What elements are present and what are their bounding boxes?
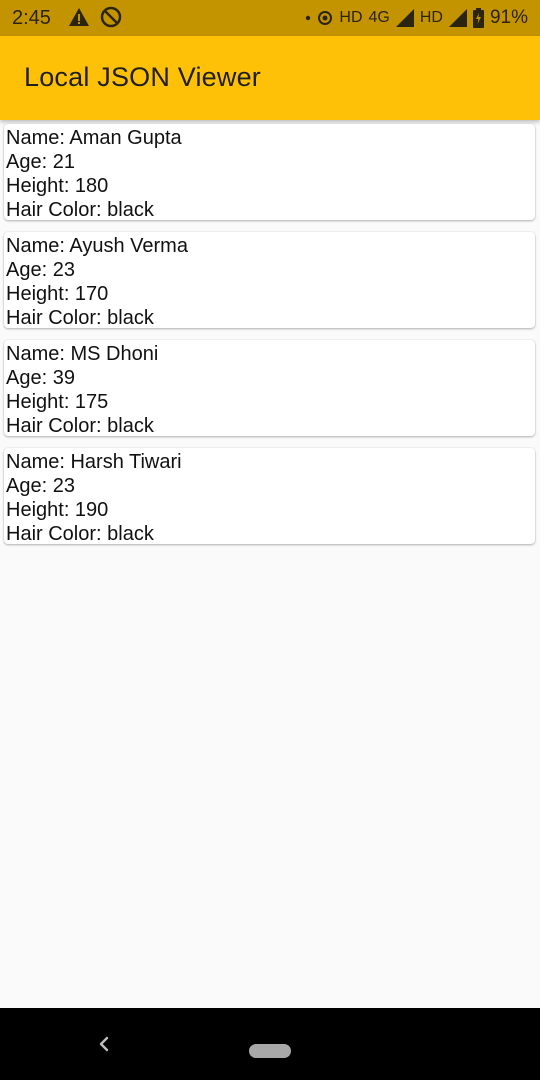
person-name: Name: Harsh Tiwari	[6, 451, 182, 473]
person-name: Name: Ayush Verma	[6, 235, 188, 257]
back-icon[interactable]	[94, 1032, 114, 1056]
person-card: Name: Harsh Tiwari Age: 23 Height: 190 H…	[4, 448, 535, 545]
data-saver-icon	[100, 6, 122, 28]
person-card: Name: Aman Gupta Age: 21 Height: 180 Hai…	[4, 124, 535, 221]
person-age: Age: 39	[6, 367, 75, 389]
signal-icon-2	[448, 9, 467, 27]
person-name: Name: MS Dhoni	[6, 343, 159, 365]
person-height: Height: 175	[6, 391, 109, 413]
warning-icon	[69, 8, 89, 26]
person-hair-color: Hair Color: black	[6, 199, 154, 221]
person-height: Height: 180	[6, 175, 109, 197]
person-age: Age: 21	[6, 151, 75, 173]
person-height: Height: 190	[6, 499, 109, 521]
home-button[interactable]	[249, 1044, 291, 1058]
person-age: Age: 23	[6, 259, 75, 281]
status-bar: 2:45 HD 4G HD 91%	[0, 0, 540, 36]
status-time: 2:45	[12, 7, 51, 29]
person-card: Name: MS Dhoni Age: 39 Height: 175 Hair …	[4, 340, 535, 437]
battery-percent: 91%	[489, 7, 528, 28]
signal-icon	[395, 9, 414, 27]
network-type-label: 4G	[368, 9, 390, 26]
person-list: Name: Aman Gupta Age: 21 Height: 180 Hai…	[4, 124, 535, 556]
person-hair-color: Hair Color: black	[6, 307, 154, 329]
navigation-bar	[0, 1008, 540, 1080]
person-hair-color: Hair Color: black	[6, 523, 154, 545]
person-hair-color: Hair Color: black	[6, 415, 154, 437]
dot-icon	[306, 15, 311, 21]
network-hd-label: HD	[339, 9, 363, 26]
person-height: Height: 170	[6, 283, 109, 305]
status-system-icons: HD 4G HD 91%	[305, 7, 528, 29]
hotspot-icon	[318, 11, 333, 25]
page-title: Local JSON Viewer	[24, 62, 262, 92]
network-hd-label-2: HD	[419, 9, 443, 26]
person-age: Age: 23	[6, 475, 75, 497]
person-card: Name: Ayush Verma Age: 23 Height: 170 Ha…	[4, 232, 535, 329]
person-name: Name: Aman Gupta	[6, 127, 182, 149]
app-bar: Local JSON Viewer	[0, 36, 540, 120]
status-notification-icons	[68, 6, 122, 28]
battery-icon	[472, 8, 484, 28]
